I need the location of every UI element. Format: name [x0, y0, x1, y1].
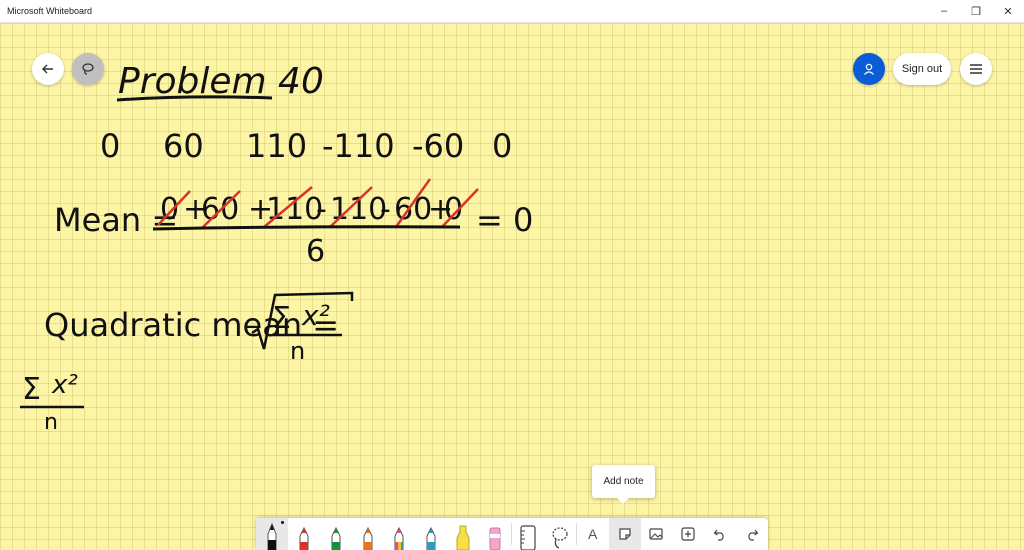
hamburger-icon	[970, 64, 982, 74]
value-item: 110	[246, 127, 307, 165]
fraction-bar	[152, 225, 461, 231]
value-item: -110	[322, 127, 395, 165]
black-pen-tool[interactable]	[256, 518, 288, 550]
redo-icon	[748, 529, 759, 541]
value-item: 0	[492, 127, 512, 165]
value-item: -60	[412, 127, 464, 165]
minimize-button[interactable]: –	[928, 0, 960, 22]
window-title: Microsoft Whiteboard	[7, 6, 93, 16]
mean-result: = 0	[476, 201, 533, 239]
lasso-select-icon	[552, 527, 568, 549]
account-button[interactable]	[853, 53, 885, 85]
value-item: 60	[163, 127, 204, 165]
lasso-button[interactable]	[72, 53, 104, 85]
highlighter-icon	[456, 525, 470, 550]
plus-box-icon	[681, 527, 695, 541]
rainbow-pen-tool[interactable]	[384, 518, 416, 550]
sign-out-label: Sign out	[901, 63, 943, 75]
text-tool[interactable]: A	[577, 518, 609, 550]
galaxy-pen-icon	[426, 526, 436, 550]
x-squared-2: x²	[51, 370, 78, 400]
denominator-n: n	[44, 410, 58, 435]
add-note-tool[interactable]	[608, 518, 641, 550]
note-icon	[618, 528, 631, 540]
x-squared: x²	[301, 299, 330, 332]
mean-term: 110	[330, 192, 387, 227]
galaxy-pen-tool[interactable]	[415, 518, 447, 550]
mean-term: -	[380, 192, 391, 227]
ruler-icon	[520, 525, 536, 550]
undo-icon	[713, 529, 724, 541]
sum-symbol-2: Σ	[22, 372, 41, 407]
red-pen-tool[interactable]	[288, 518, 320, 550]
close-button[interactable]: ✕	[992, 0, 1024, 22]
image-icon	[649, 528, 664, 540]
person-icon	[864, 63, 874, 75]
ruler-tool[interactable]	[512, 518, 544, 550]
highlighter-tool[interactable]	[447, 518, 479, 550]
lasso-icon	[82, 63, 94, 75]
sum-symbol: Σ	[272, 301, 291, 336]
title-bar: Microsoft Whiteboard – ❐ ✕	[0, 0, 1024, 23]
ink-layer: Problem 40 0 60 110 -110 -60 0 Mean = 0 …	[20, 61, 533, 435]
menu-button[interactable]	[960, 53, 992, 85]
insert-image-tool[interactable]	[641, 518, 673, 550]
add-content-tool[interactable]	[672, 518, 704, 550]
mean-term: 0	[160, 192, 179, 227]
orange-pen-tool[interactable]	[352, 518, 384, 550]
lasso-select-tool[interactable]	[544, 518, 576, 550]
value-item: 0	[100, 127, 120, 165]
mean-term: 110	[266, 192, 323, 227]
green-pen-tool[interactable]	[320, 518, 352, 550]
red-pen-icon	[299, 526, 309, 550]
rainbow-pen-icon	[394, 526, 404, 550]
text-tool-label: A	[588, 526, 598, 542]
back-button[interactable]	[32, 53, 64, 85]
mean-term: -	[316, 192, 327, 227]
green-pen-icon	[331, 526, 341, 550]
orange-pen-icon	[363, 526, 373, 550]
sqrt-denominator: n	[290, 337, 305, 365]
undo-button[interactable]	[704, 518, 736, 550]
redo-button[interactable]	[736, 518, 768, 550]
maximize-button[interactable]: ❐	[960, 0, 992, 22]
tooltip-label: Add note	[603, 476, 644, 487]
inking-toolbar: A	[256, 518, 768, 550]
mean-denominator: 6	[306, 234, 325, 269]
eraser-icon	[489, 527, 501, 550]
black-pen-icon	[267, 522, 277, 550]
eraser-tool[interactable]	[479, 518, 511, 550]
whiteboard-canvas[interactable]: Problem 40 0 60 110 -110 -60 0 Mean = 0 …	[0, 23, 1024, 550]
add-note-tooltip: Add note	[592, 465, 655, 504]
arrow-left-icon	[42, 64, 53, 74]
sign-out-button[interactable]: Sign out	[893, 53, 951, 85]
